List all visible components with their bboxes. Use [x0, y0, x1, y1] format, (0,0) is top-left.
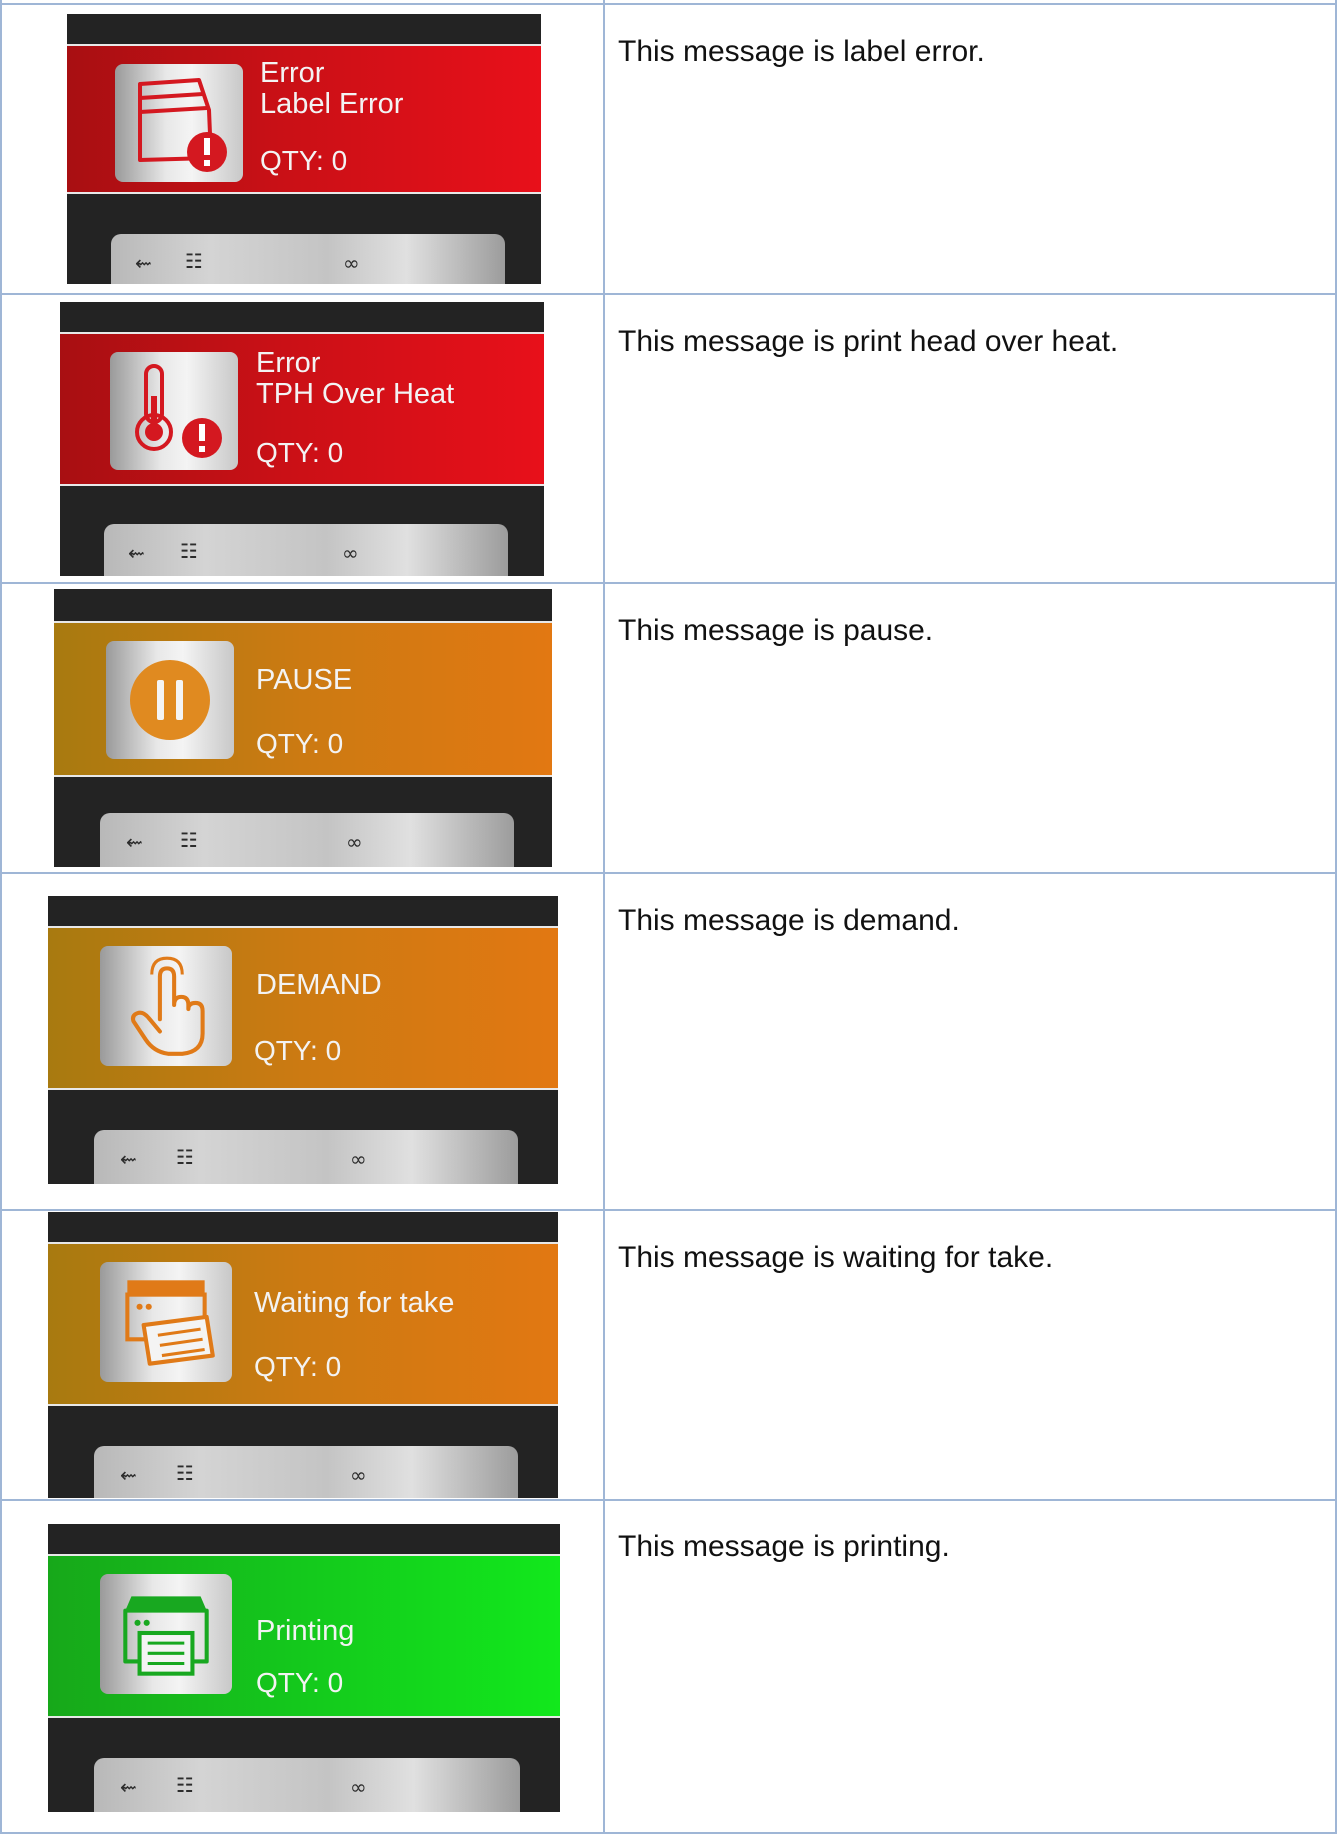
table-border-left [0, 0, 2, 1834]
lcd-screen-tph-over-heat: Error TPH Over Heat QTY: 0 ⇜ ☷ ∞ [60, 302, 544, 576]
printer-label-icon [100, 1262, 232, 1382]
usb-icon: ⇜ [120, 1147, 137, 1171]
status-tray: ⇜ ☷ ∞ [100, 813, 514, 867]
network-icon: ☷ [180, 539, 198, 563]
row-divider [0, 293, 1337, 295]
row-divider [0, 872, 1337, 874]
ribbon-icon: ∞ [350, 1463, 367, 1487]
printer-icon [100, 1574, 232, 1694]
row-divider [0, 1499, 1337, 1501]
network-icon: ☷ [176, 1461, 194, 1485]
status-tray: ⇜ ☷ ∞ [104, 524, 508, 576]
hand-pointer-icon [100, 946, 232, 1066]
status-title: Printing [256, 1615, 355, 1647]
row-description: This message is demand. [618, 904, 960, 937]
network-icon: ☷ [180, 828, 198, 852]
label-error-icon [115, 64, 243, 182]
status-title: Waiting for take [254, 1287, 455, 1319]
status-band: Waiting for take QTY: 0 [48, 1242, 558, 1406]
quantity-label: QTY: 0 [256, 1667, 344, 1698]
status-title: PAUSE [256, 664, 353, 696]
lcd-screen-printing: Printing QTY: 0 ⇜ ☷ ∞ [48, 1524, 560, 1812]
ribbon-icon: ∞ [350, 1775, 367, 1799]
lcd-screen-demand: DEMAND QTY: 0 ⇜ ☷ ∞ [48, 896, 558, 1184]
lcd-screen-label-error: Error Label Error QTY: 0 ⇜ ☷ ∞ [67, 14, 541, 284]
row-description: This message is pause. [618, 614, 934, 647]
status-tray: ⇜ ☷ ∞ [111, 234, 505, 284]
usb-icon: ⇜ [126, 830, 143, 854]
network-icon: ☷ [185, 249, 203, 273]
status-band: Printing QTY: 0 [48, 1554, 560, 1718]
quantity-label: QTY: 0 [260, 145, 348, 176]
status-band: DEMAND QTY: 0 [48, 926, 558, 1090]
status-band: Error TPH Over Heat QTY: 0 [60, 332, 544, 486]
ribbon-icon: ∞ [342, 541, 359, 565]
thermometer-warning-icon [110, 352, 238, 470]
network-icon: ☷ [176, 1145, 194, 1169]
quantity-label: QTY: 0 [256, 437, 344, 468]
network-icon: ☷ [176, 1773, 194, 1797]
quantity-label: QTY: 0 [254, 1035, 342, 1066]
ribbon-icon: ∞ [350, 1147, 367, 1171]
status-tray: ⇜ ☷ ∞ [94, 1130, 518, 1184]
status-title: DEMAND [256, 969, 382, 1001]
status-title: Error Label Error [260, 57, 404, 120]
row-description: This message is waiting for take. [618, 1241, 1054, 1274]
row-description: This message is printing. [618, 1530, 950, 1563]
usb-icon: ⇜ [135, 251, 152, 275]
row-divider [0, 1209, 1337, 1211]
lcd-screen-waiting-for-take: Waiting for take QTY: 0 ⇜ ☷ ∞ [48, 1212, 558, 1498]
lcd-screen-pause: PAUSE QTY: 0 ⇜ ☷ ∞ [54, 589, 552, 867]
ribbon-icon: ∞ [343, 251, 360, 275]
usb-icon: ⇜ [120, 1775, 137, 1799]
pause-icon [106, 641, 234, 759]
row-description: This message is label error. [618, 35, 985, 68]
quantity-label: QTY: 0 [256, 728, 344, 759]
quantity-label: QTY: 0 [254, 1351, 342, 1382]
status-band: Error Label Error QTY: 0 [67, 44, 541, 194]
table-border-top [0, 3, 1337, 5]
row-divider [0, 582, 1337, 584]
status-tray: ⇜ ☷ ∞ [94, 1446, 518, 1498]
usb-icon: ⇜ [120, 1463, 137, 1487]
usb-icon: ⇜ [128, 541, 145, 565]
row-description: This message is print head over heat. [618, 325, 1119, 358]
status-band: PAUSE QTY: 0 [54, 621, 552, 777]
status-title: Error TPH Over Heat [256, 347, 455, 410]
ribbon-icon: ∞ [346, 830, 363, 854]
table-column-divider [603, 0, 605, 1834]
status-tray: ⇜ ☷ ∞ [94, 1758, 520, 1812]
